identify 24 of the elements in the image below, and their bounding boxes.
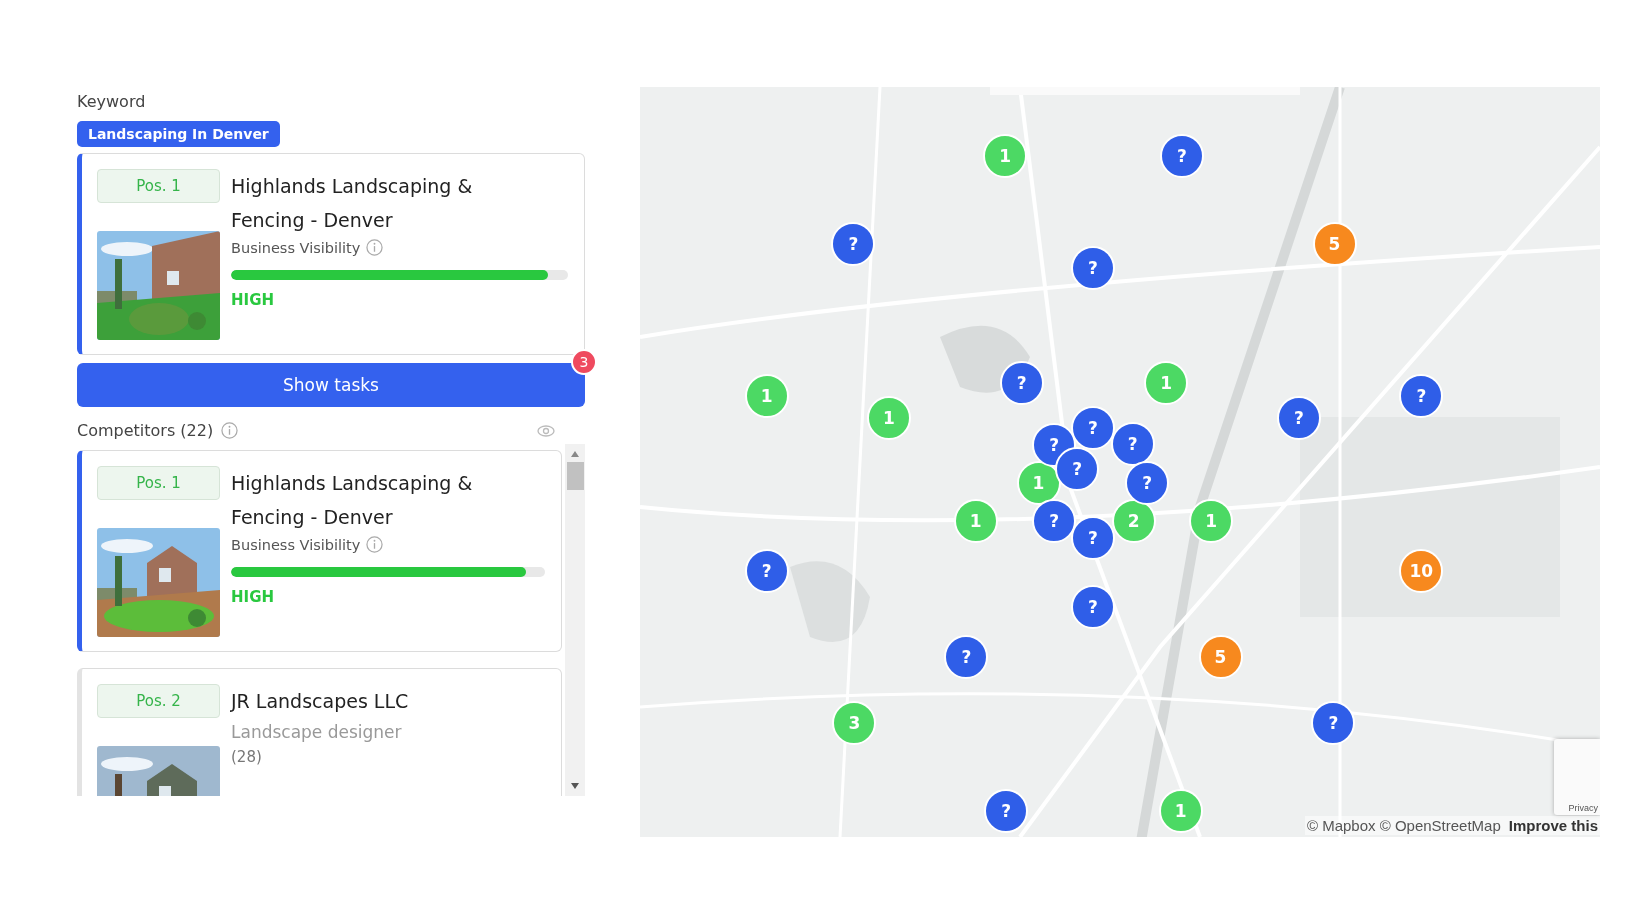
improve-map-link[interactable]: Improve this	[1508, 817, 1598, 834]
business-card[interactable]: Pos. 1 Highlands Landscaping & Fencing - Denver Business Visibility HIGH	[77, 153, 585, 355]
map-attribution: © Mapbox © OpenStreetMap	[1306, 817, 1501, 834]
visibility-label: Business Visibility	[231, 239, 361, 256]
visibility-rating: HIGH	[231, 588, 275, 606]
position-label: Pos. 1	[97, 466, 220, 500]
position-label: Pos. 2	[97, 684, 220, 718]
business-name: Highlands Landscaping & Fencing - Denver	[231, 471, 474, 530]
position-label: Pos. 1	[97, 169, 220, 203]
keyword-label: Keyword	[77, 92, 147, 111]
business-card[interactable]: Pos. 2 JR Landscapes LLC Landscape designer (28)	[77, 668, 562, 796]
recaptcha-badge[interactable]: Privacy	[1554, 739, 1600, 815]
keyword-tag[interactable]: Landscaping In Denver	[77, 121, 280, 147]
privacy-link[interactable]: Privacy	[1568, 803, 1600, 815]
map[interactable]: 1 ? ? 5 ? ? 1 1 ? 1 ? ? ? ? ? 1 ? 1 ? 2 1 ? ? 10 ? ? 5 3 ? ? 1 Privacy © Mapbox © OpenStreetMap Improve this	[640, 87, 1600, 837]
visibility-label: Business Visibility	[231, 536, 361, 553]
business-category: Landscape designer	[231, 722, 403, 742]
task-count-badge: 3	[571, 349, 597, 375]
visibility-rating: HIGH	[231, 291, 275, 309]
review-count: (28)	[231, 748, 263, 766]
competitors-title: Competitors (22)	[77, 421, 214, 440]
business-card[interactable]: Pos. 1 Highlands Landscaping & Fencing - Denver Business Visibility HIGH	[77, 450, 562, 652]
business-name: Highlands Landscaping & Fencing - Denver	[231, 174, 474, 233]
business-name: JR Landscapes LLC	[231, 689, 410, 714]
